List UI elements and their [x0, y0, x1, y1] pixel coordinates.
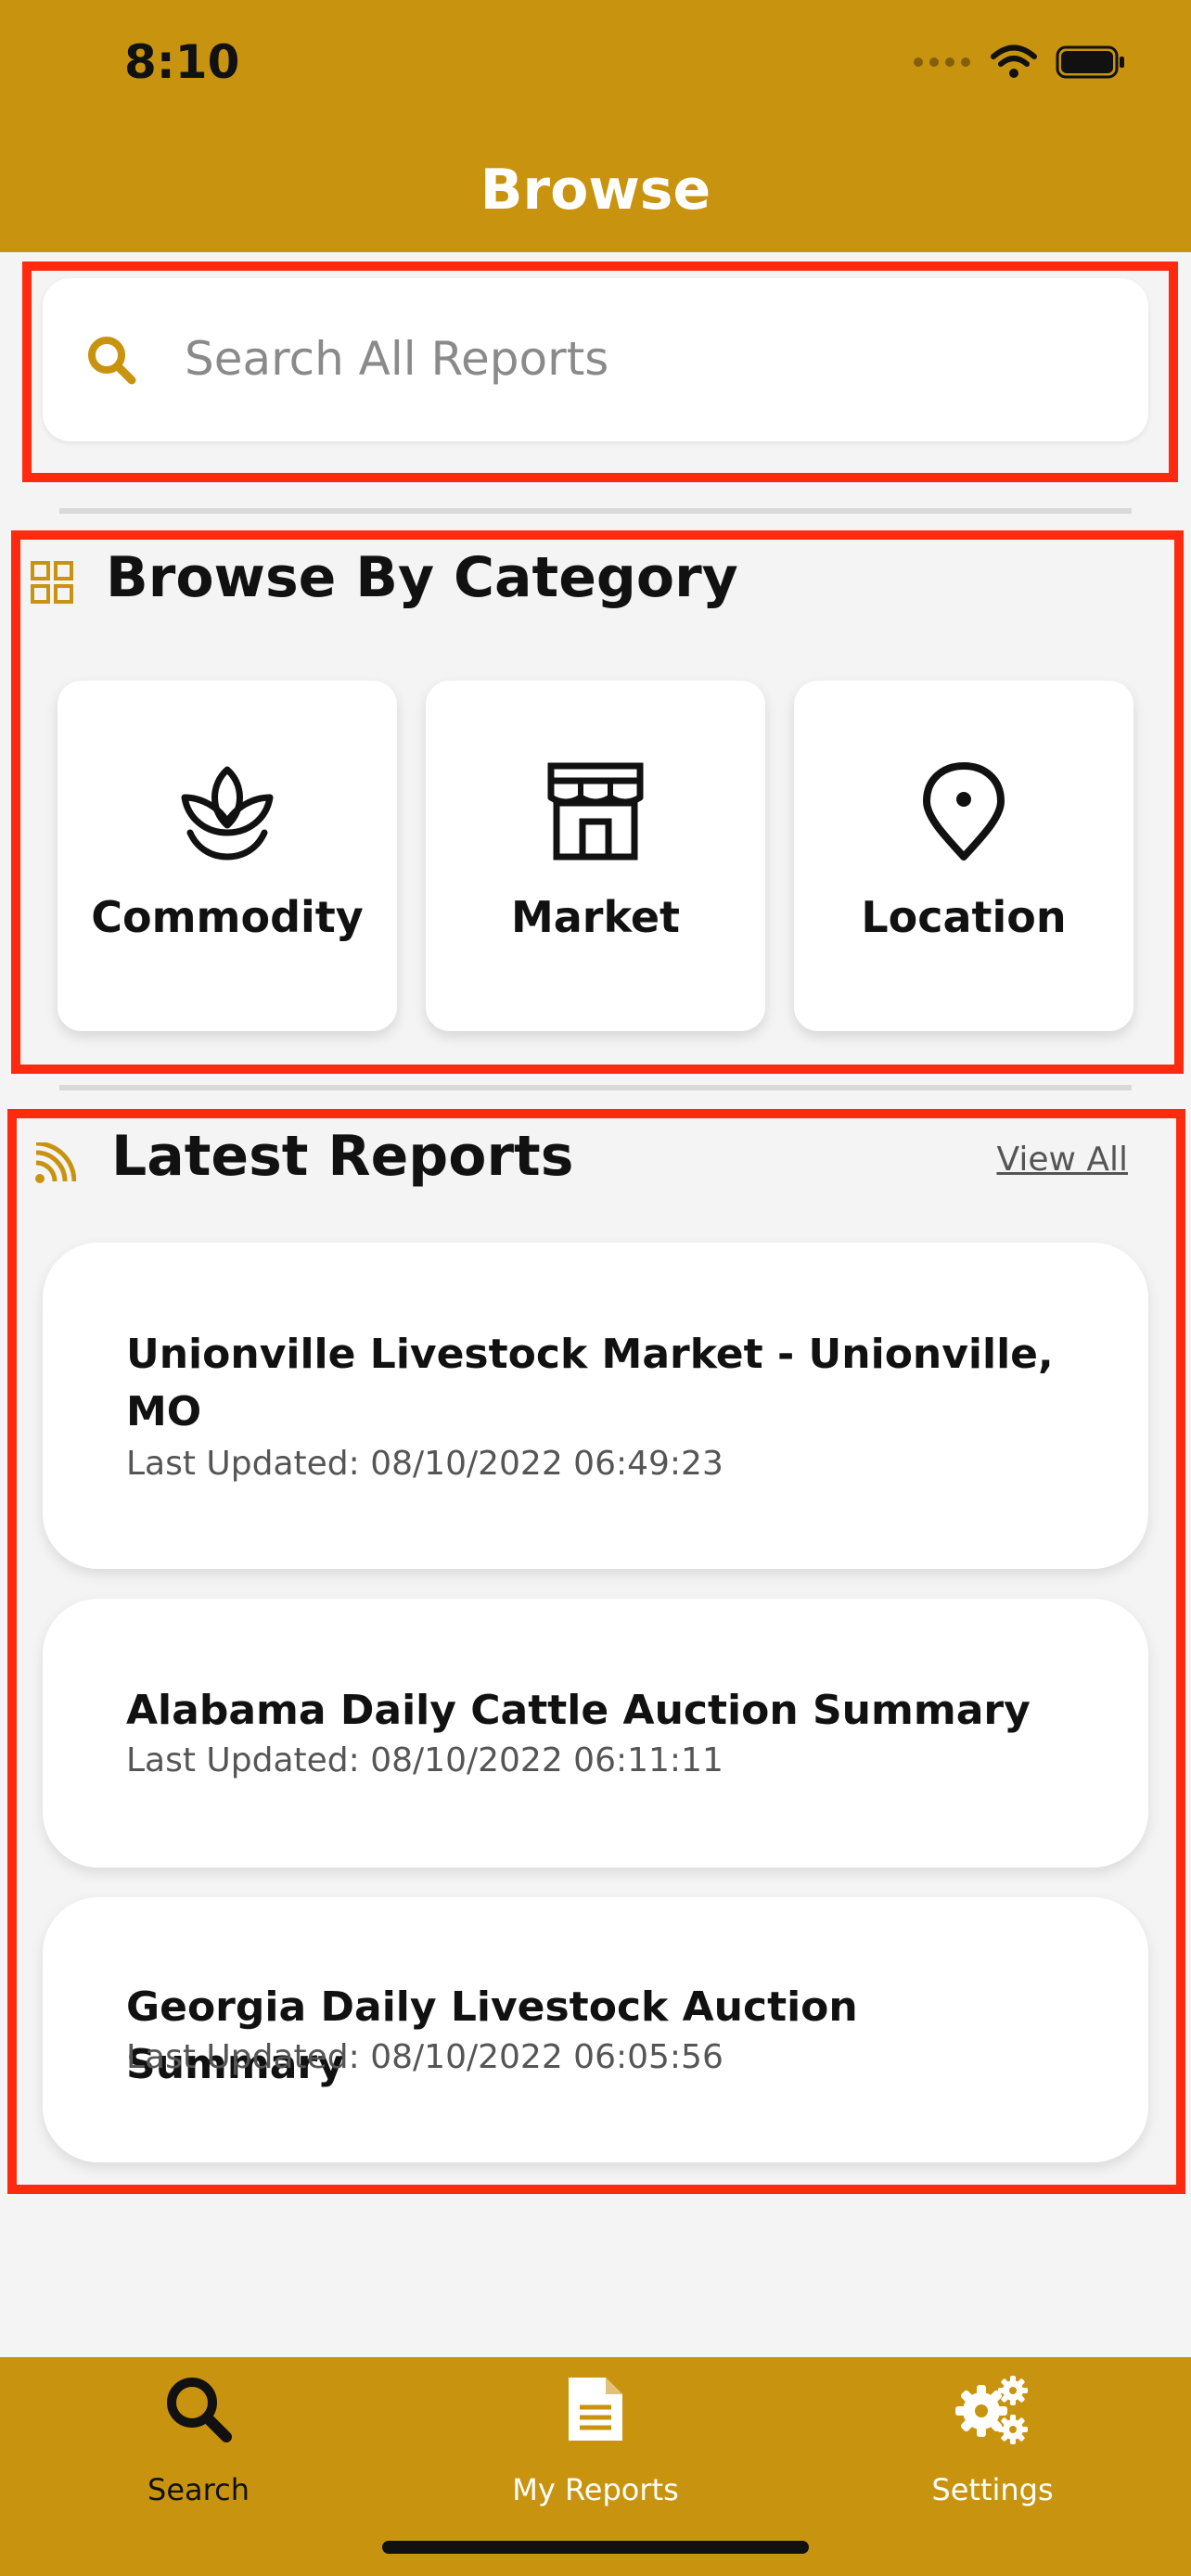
home-indicator [382, 2541, 809, 2554]
search-icon [0, 2374, 397, 2448]
tab-my-reports[interactable]: My Reports [397, 2357, 794, 2507]
leaf-icon [58, 760, 397, 866]
battery-icon [1056, 45, 1124, 79]
report-updated: Last Updated: 08/10/2022 06:49:23 [126, 1445, 724, 1483]
tab-settings[interactable]: Settings [794, 2357, 1191, 2507]
tab-label: Search [147, 2472, 250, 2507]
status-time: 8:10 [124, 35, 240, 89]
latest-reports-title: Latest Reports [111, 1124, 574, 1189]
cellular-signal-icon [914, 57, 970, 67]
search-input[interactable]: Search All Reports [43, 278, 1148, 441]
report-updated: Last Updated: 08/10/2022 06:05:56 [126, 2038, 724, 2076]
tab-search[interactable]: Search [0, 2357, 397, 2507]
category-label: Market [510, 892, 681, 942]
map-pin-icon [794, 760, 1133, 866]
categories-title: Browse By Category [106, 545, 738, 610]
report-title: Unionville Livestock Market - Unionville… [126, 1331, 1054, 1435]
page-title: Browse [480, 158, 711, 223]
report-updated: Last Updated: 08/10/2022 06:11:11 [126, 1741, 724, 1779]
divider [59, 1085, 1132, 1090]
gears-icon [794, 2374, 1191, 2450]
report-title: Alabama Daily Cattle Auction Summary [126, 1687, 1031, 1734]
document-icon [397, 2374, 794, 2448]
category-card-commodity[interactable]: Commodity [58, 681, 397, 1031]
search-placeholder: Search All Reports [185, 332, 609, 386]
report-title: Georgia Daily Livestock Auction Summary [126, 1983, 858, 2088]
grid-icon [31, 561, 73, 604]
report-card[interactable]: Alabama Daily Cattle Auction Summary Las… [43, 1599, 1148, 1868]
report-card[interactable]: Unionville Livestock Market - Unionville… [43, 1243, 1148, 1569]
view-all-link[interactable]: View All [996, 1141, 1128, 1179]
wifi-icon [991, 45, 1037, 78]
category-card-market[interactable]: Market [426, 681, 765, 1031]
app-header: 8:10 Browse [0, 0, 1191, 252]
storefront-icon [426, 760, 765, 866]
tab-label: My Reports [512, 2472, 679, 2507]
category-label: Commodity [91, 892, 364, 942]
category-card-location[interactable]: Location [794, 681, 1133, 1031]
divider [59, 508, 1132, 514]
rss-icon [35, 1142, 76, 1183]
tab-label: Settings [931, 2472, 1054, 2507]
category-label: Location [861, 892, 1067, 942]
status-indicators [914, 45, 1126, 80]
report-card[interactable]: Georgia Daily Livestock Auction Summary … [43, 1897, 1148, 2162]
search-icon [88, 337, 136, 385]
